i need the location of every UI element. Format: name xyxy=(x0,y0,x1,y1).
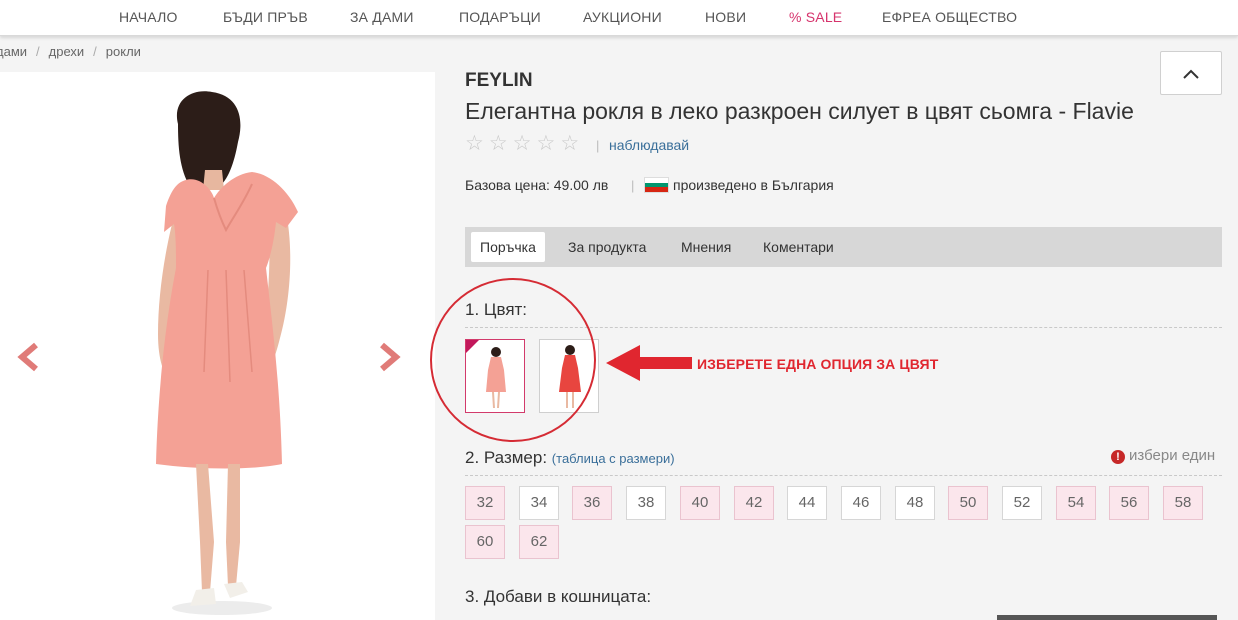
size-option-40[interactable]: 40 xyxy=(680,486,720,520)
size-option-32[interactable]: 32 xyxy=(465,486,505,520)
product-title: Елегантна рокля в леко разкроен силует в… xyxy=(465,98,1134,124)
color-callout-text: ИЗБЕРЕТЕ ЕДНА ОПЦИЯ ЗА ЦВЯТ xyxy=(697,356,939,372)
star-icon[interactable]: ☆ xyxy=(465,133,484,154)
annotation-arrow-icon xyxy=(606,345,692,381)
nav-item-auctions[interactable]: АУКЦИОНИ xyxy=(583,9,662,25)
tab-comments[interactable]: Коментари xyxy=(754,232,843,262)
size-option-60[interactable]: 60 xyxy=(465,525,505,559)
size-heading-label: 2. Размер: xyxy=(465,448,548,467)
divider: | xyxy=(596,138,600,153)
product-tabs: Поръчка За продукта Мнения Коментари xyxy=(465,227,1222,267)
bulgaria-flag-icon xyxy=(644,177,669,193)
breadcrumb: дами / дрехи / рокли xyxy=(0,44,141,59)
breadcrumb-item-dresses[interactable]: рокли xyxy=(106,44,141,59)
size-option-34[interactable]: 34 xyxy=(519,486,559,520)
base-price: Базова цена: 49.00 лв xyxy=(465,177,609,193)
pick-one-label: избери един xyxy=(1129,447,1216,464)
annotation-circle xyxy=(430,278,596,442)
size-chart-paren-close: ) xyxy=(670,451,675,466)
tab-reviews[interactable]: Мнения xyxy=(672,232,740,262)
breadcrumb-item-women[interactable]: дами xyxy=(0,44,27,59)
scroll-to-top-button[interactable] xyxy=(1160,51,1222,95)
size-option-38[interactable]: 38 xyxy=(626,486,666,520)
star-icon[interactable]: ☆ xyxy=(489,133,508,154)
add-to-cart-button[interactable] xyxy=(997,615,1217,620)
nav-item-gifts[interactable]: ПОДАРЪЦИ xyxy=(459,9,541,25)
tab-order[interactable]: Поръчка xyxy=(471,232,545,262)
nav-item-be-first[interactable]: БЪДИ ПРЪВ xyxy=(223,9,308,25)
product-brand[interactable]: FEYLIN xyxy=(465,70,533,92)
exclamation-icon: ! xyxy=(1111,450,1125,464)
star-icon[interactable]: ☆ xyxy=(560,133,579,154)
pick-one-warning: ! избери един xyxy=(1111,447,1215,464)
size-chart-link[interactable]: таблица с размери xyxy=(556,451,670,466)
star-icon[interactable]: ☆ xyxy=(536,133,555,154)
divider: | xyxy=(631,178,635,193)
size-option-52[interactable]: 52 xyxy=(1002,486,1042,520)
size-option-36[interactable]: 36 xyxy=(572,486,612,520)
made-in-label: произведено в България xyxy=(673,177,834,193)
size-option-48[interactable]: 48 xyxy=(895,486,935,520)
star-icon[interactable]: ☆ xyxy=(513,133,532,154)
breadcrumb-item-clothes[interactable]: дрехи xyxy=(49,44,85,59)
breadcrumb-separator: / xyxy=(93,44,97,59)
section-divider xyxy=(465,475,1222,476)
tab-about-product[interactable]: За продукта xyxy=(559,232,655,262)
nav-item-home[interactable]: НАЧАЛО xyxy=(119,9,178,25)
rating-stars[interactable]: ☆ ☆ ☆ ☆ ☆ xyxy=(465,133,579,154)
nav-item-new[interactable]: НОВИ xyxy=(705,9,746,25)
add-to-cart-heading: 3. Добави в кошницата: xyxy=(465,587,652,606)
size-option-56[interactable]: 56 xyxy=(1109,486,1149,520)
size-heading: 2. Размер: (таблица с размери) xyxy=(465,448,675,468)
size-option-62[interactable]: 62 xyxy=(519,525,559,559)
nav-item-community[interactable]: ЕФРЕА ОБЩЕСТВО xyxy=(882,9,1017,25)
size-option-46[interactable]: 46 xyxy=(841,486,881,520)
size-option-44[interactable]: 44 xyxy=(787,486,827,520)
nav-item-sale[interactable]: % SALE xyxy=(789,9,842,25)
chevron-up-icon xyxy=(1183,69,1199,79)
size-option-58[interactable]: 58 xyxy=(1163,486,1203,520)
next-image-arrow-icon[interactable] xyxy=(376,342,402,372)
watch-link[interactable]: наблюдавай xyxy=(609,137,689,153)
size-option-54[interactable]: 54 xyxy=(1056,486,1096,520)
breadcrumb-separator: / xyxy=(36,44,40,59)
size-option-50[interactable]: 50 xyxy=(948,486,988,520)
size-option-42[interactable]: 42 xyxy=(734,486,774,520)
top-navigation: НАЧАЛО БЪДИ ПРЪВ ЗА ДАМИ ПОДАРЪЦИ АУКЦИО… xyxy=(0,0,1238,36)
nav-item-women[interactable]: ЗА ДАМИ xyxy=(350,9,414,25)
product-gallery xyxy=(0,72,435,620)
previous-image-arrow-icon[interactable] xyxy=(16,342,42,372)
flag-stripe-red xyxy=(645,187,668,192)
product-main-image[interactable] xyxy=(0,72,435,620)
